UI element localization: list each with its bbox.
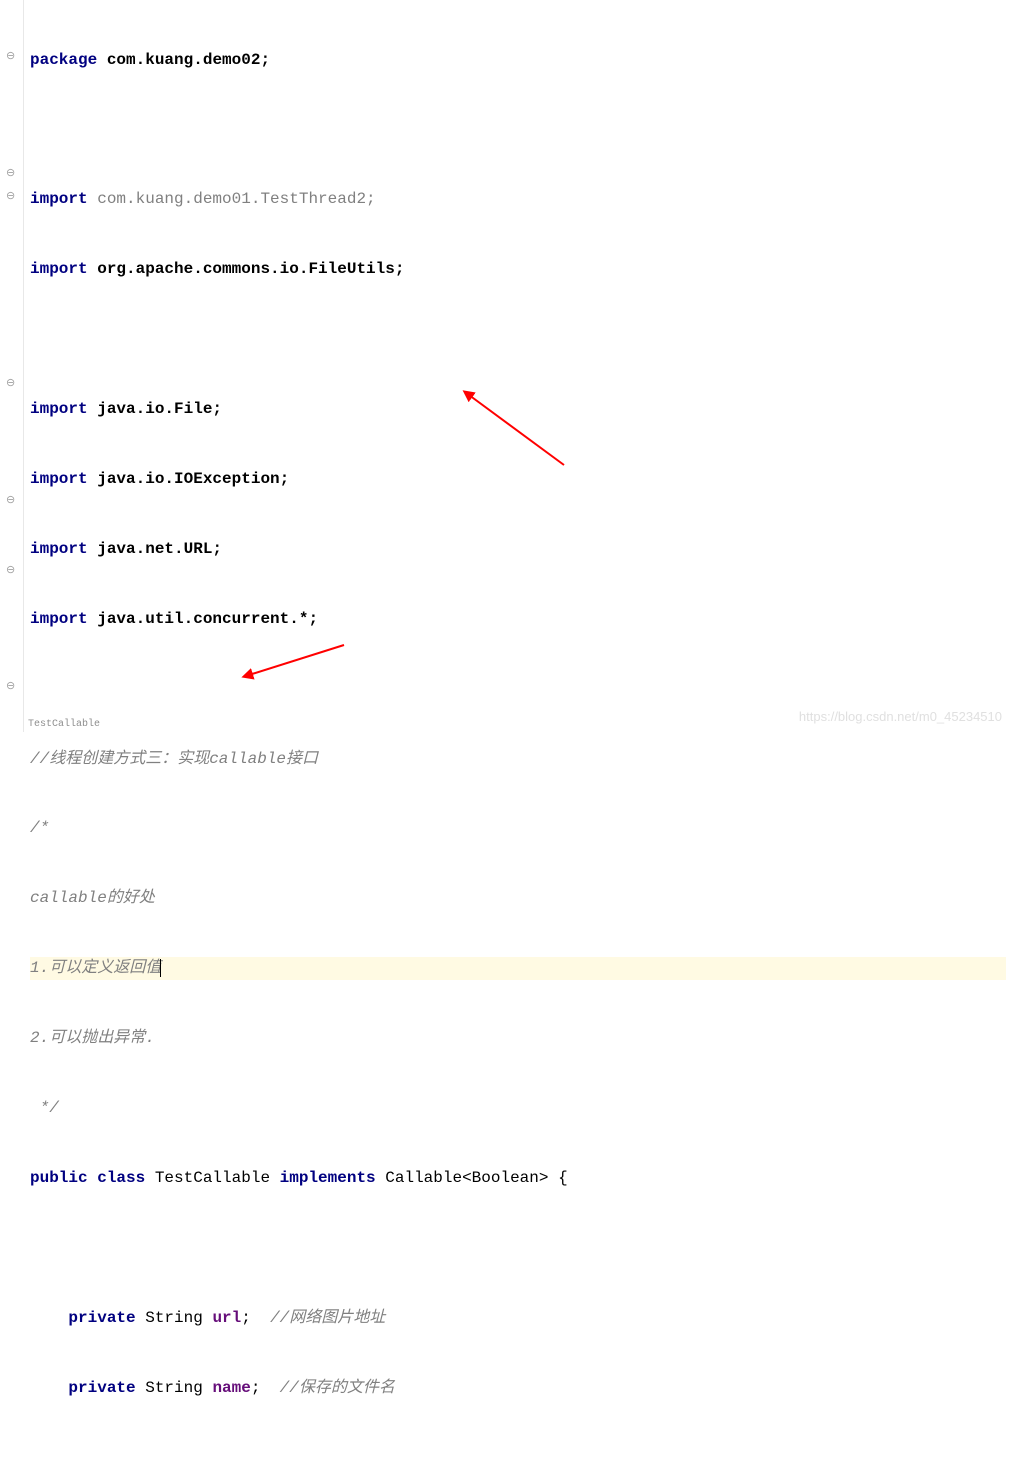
code-line: import java.util.concurrent.*;	[30, 608, 1006, 631]
code-line-highlighted: 1.可以定义返回值	[30, 957, 1006, 980]
code-line: //线程创建方式三：实现callable接口	[30, 748, 1006, 771]
code-line: */	[30, 1097, 1006, 1120]
code-line	[30, 328, 1006, 351]
fold-icon[interactable]: ⊖	[6, 163, 18, 175]
code-line: package com.kuang.demo02;	[30, 49, 1006, 72]
code-line: import java.io.File;	[30, 398, 1006, 421]
code-line: import java.io.IOException;	[30, 468, 1006, 491]
code-line	[30, 1446, 1006, 1464]
code-line	[30, 118, 1006, 141]
code-editor[interactable]: ⊖ ⊖ ⊖ ⊖ ⊖ ⊖ ⊖ package com.kuang.demo02; …	[0, 0, 1012, 732]
watermark-text: https://blog.csdn.net/m0_45234510	[799, 709, 1002, 724]
fold-icon[interactable]: ⊖	[6, 373, 18, 385]
code-line: callable的好处	[30, 887, 1006, 910]
code-line	[30, 1237, 1006, 1260]
fold-icon[interactable]: ⊖	[6, 560, 18, 572]
code-line: /*	[30, 817, 1006, 840]
breadcrumb[interactable]: TestCallable	[24, 717, 104, 732]
code-line: import org.apache.commons.io.FileUtils;	[30, 258, 1006, 281]
fold-icon[interactable]: ⊖	[6, 186, 18, 198]
fold-icon[interactable]: ⊖	[6, 490, 18, 502]
editor-gutter: ⊖ ⊖ ⊖ ⊖ ⊖ ⊖ ⊖	[0, 0, 24, 732]
code-line	[30, 678, 1006, 701]
text-cursor	[160, 959, 161, 977]
code-line: public class TestCallable implements Cal…	[30, 1167, 1006, 1190]
fold-icon[interactable]: ⊖	[6, 676, 18, 688]
code-line: private String url; //网络图片地址	[30, 1307, 1006, 1330]
code-line: import java.net.URL;	[30, 538, 1006, 561]
code-content[interactable]: package com.kuang.demo02; import com.kua…	[24, 0, 1012, 732]
code-line: private String name; //保存的文件名	[30, 1377, 1006, 1400]
code-line: import com.kuang.demo01.TestThread2;	[30, 188, 1006, 211]
code-line: 2.可以抛出异常.	[30, 1027, 1006, 1050]
fold-icon[interactable]: ⊖	[6, 46, 18, 58]
